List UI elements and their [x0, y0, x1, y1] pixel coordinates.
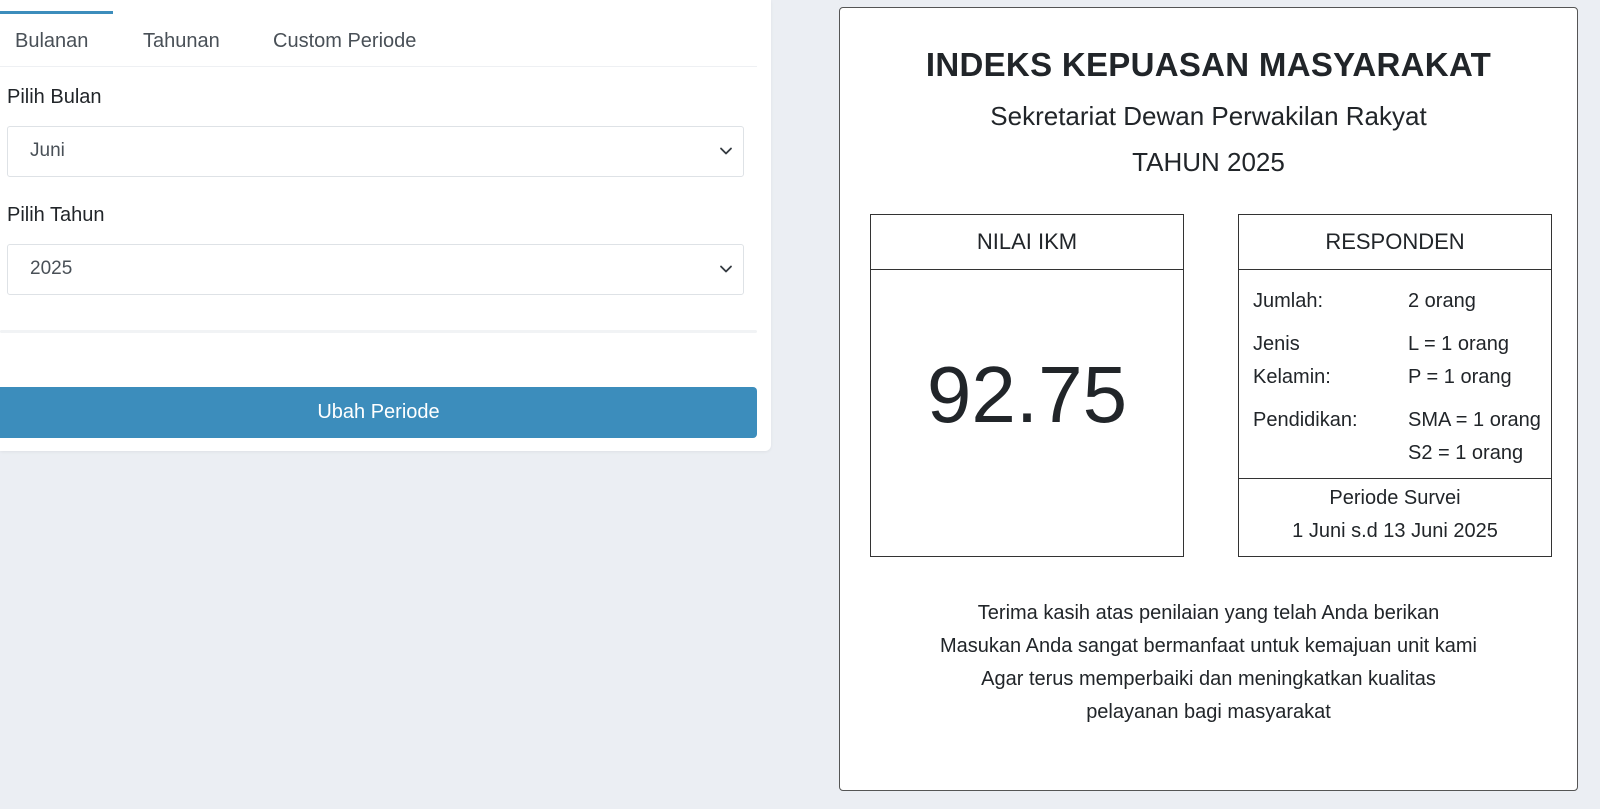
active-tab-indicator: [0, 11, 113, 14]
thanks-line-2: Masukan Anda sangat bermanfaat untuk kem…: [940, 635, 1477, 657]
tab-custom-periode[interactable]: Custom Periode: [273, 30, 416, 53]
ikm-score-value: 92.75: [926, 350, 1128, 439]
education-s2-value: S2 = 1 orang: [1408, 442, 1524, 464]
month-select[interactable]: Juni: [7, 126, 744, 177]
certificate-title: INDEKS KEPUASAN MASYARAKAT: [925, 46, 1492, 83]
chevron-down-icon: [720, 147, 732, 155]
ubah-periode-button[interactable]: Ubah Periode: [0, 387, 757, 438]
survey-period-value: 1 Juni s.d 13 Juni 2025: [1292, 520, 1498, 542]
thanks-line-4: pelayanan bagi masyarakat: [1086, 701, 1331, 723]
tab-bulanan[interactable]: Bulanan: [15, 30, 88, 53]
survey-period-label: Periode Survei: [1329, 487, 1461, 509]
gender-label-line2: Kelamin:: [1253, 366, 1331, 388]
certificate-subtitle: Sekretariat Dewan Perwakilan Rakyat: [990, 101, 1427, 131]
thanks-line-3: Agar terus memperbaiki dan meningkatkan …: [981, 668, 1436, 690]
gender-female-value: P = 1 orang: [1408, 366, 1512, 388]
certificate-year: TAHUN 2025: [1132, 147, 1285, 177]
form-divider: [0, 330, 757, 333]
thanks-line-1: Terima kasih atas penilaian yang telah A…: [977, 602, 1440, 624]
ikm-certificate: INDEKS KEPUASAN MASYARAKAT Sekretariat D…: [839, 7, 1578, 791]
ikm-score-box: NILAI IKM 92.75: [870, 214, 1184, 557]
chevron-down-icon: [720, 265, 732, 273]
respondent-separator: [1239, 478, 1551, 479]
year-select[interactable]: 2025: [7, 244, 744, 295]
education-sma-value: SMA = 1 orang: [1408, 409, 1541, 431]
year-select-value: 2025: [30, 258, 73, 279]
respondent-count-value: 2 orang: [1408, 290, 1476, 312]
respondent-header: RESPONDEN: [1239, 215, 1551, 270]
month-select-value: Juni: [30, 140, 65, 161]
period-tabs: Bulanan Tahunan Custom Periode: [0, 0, 757, 67]
gender-male-value: L = 1 orang: [1408, 333, 1510, 355]
year-label: Pilih Tahun: [7, 204, 105, 226]
respondent-box: RESPONDEN Jumlah: 2 orang Jenis Kelamin:…: [1238, 214, 1552, 557]
month-label: Pilih Bulan: [7, 86, 102, 108]
ikm-score-header: NILAI IKM: [871, 215, 1183, 270]
gender-label-line1: Jenis: [1253, 333, 1300, 355]
education-label: Pendidikan:: [1253, 409, 1358, 431]
period-card: Bulanan Tahunan Custom Periode Pilih Bul…: [0, 0, 771, 451]
tab-tahunan[interactable]: Tahunan: [143, 30, 220, 53]
respondent-count-label: Jumlah:: [1253, 290, 1324, 312]
